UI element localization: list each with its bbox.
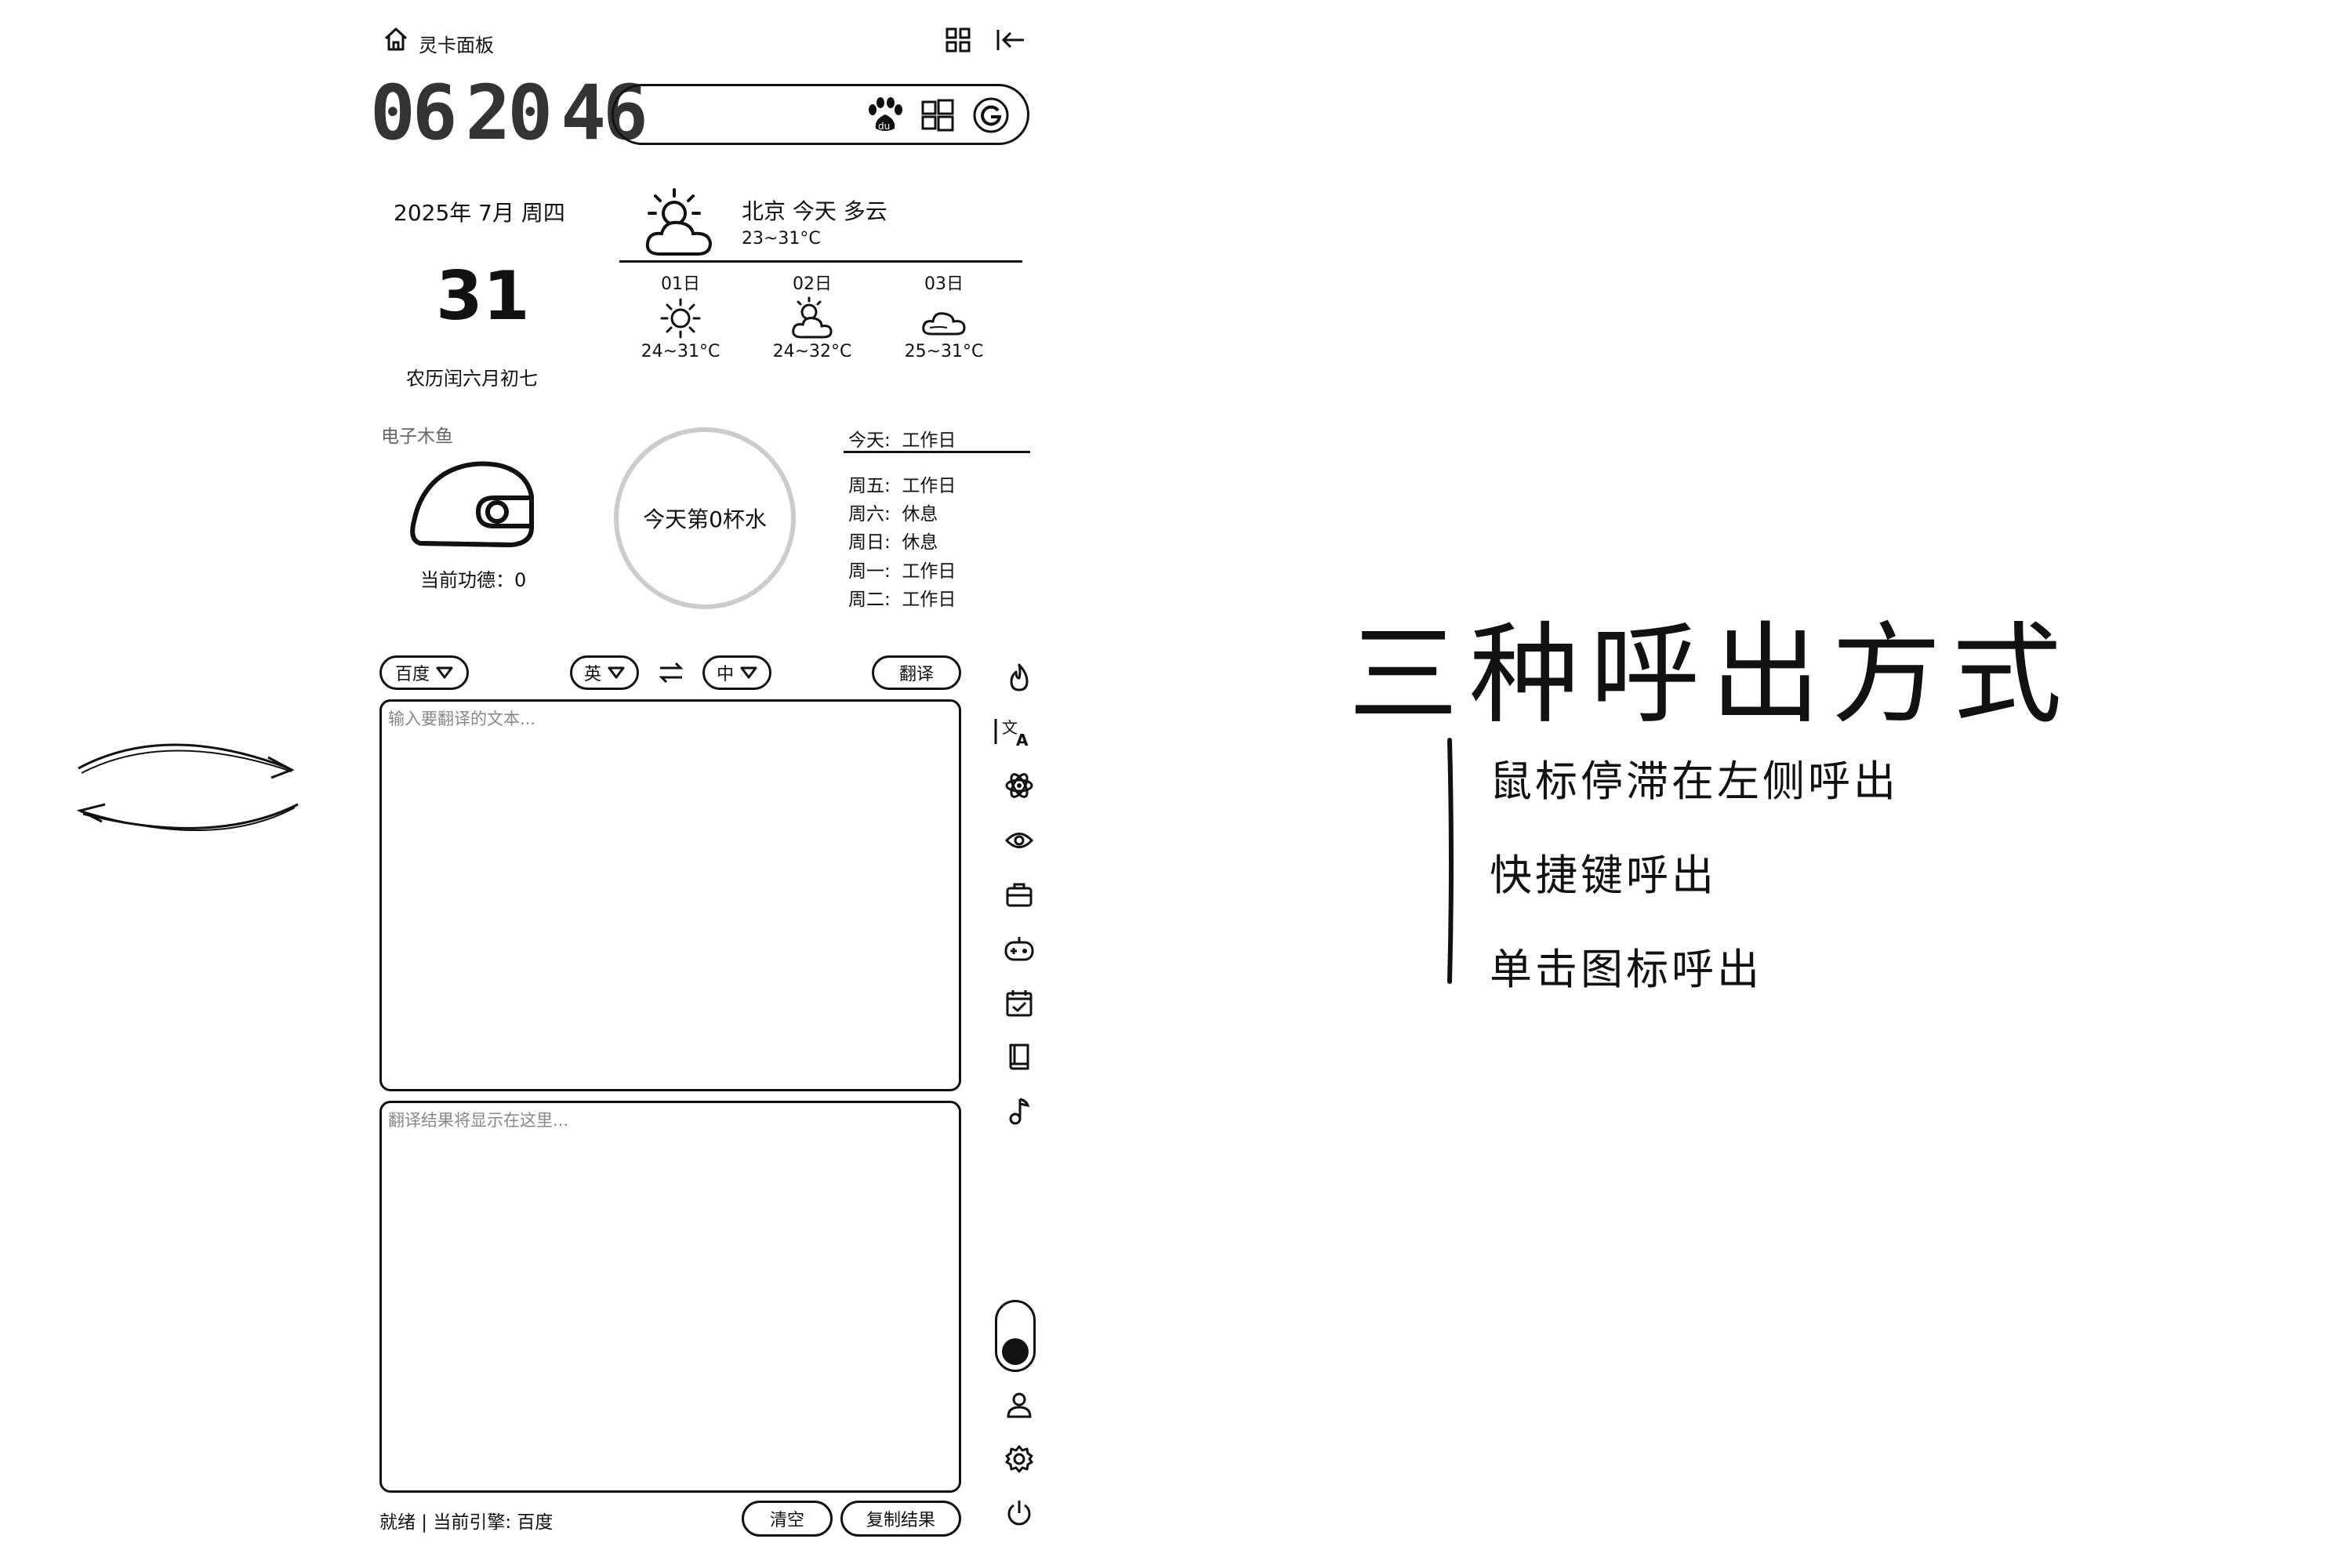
forecast-day: 03日 25~31°C bbox=[889, 270, 999, 361]
grid-icon[interactable] bbox=[945, 27, 971, 53]
calendar-check-icon[interactable] bbox=[1004, 987, 1035, 1018]
translate-output[interactable]: 翻译结果将显示在这里... bbox=[379, 1101, 961, 1493]
sunny-icon bbox=[626, 295, 735, 342]
chevron-down-icon bbox=[436, 666, 453, 679]
forecast-temp: 25~31°C bbox=[904, 342, 984, 361]
power-icon[interactable] bbox=[1004, 1497, 1035, 1529]
gamepad-icon[interactable] bbox=[1004, 933, 1035, 964]
toggle-knob bbox=[1002, 1338, 1029, 1365]
weather-temp-range: 23~31°C bbox=[742, 229, 821, 249]
collapse-left-icon[interactable] bbox=[996, 27, 1027, 53]
clock-hours: 06 bbox=[370, 69, 458, 157]
partly-cloudy-icon bbox=[757, 295, 867, 342]
clock-minutes: 20 bbox=[465, 69, 554, 157]
calendar-day: 31 bbox=[436, 257, 530, 336]
annotation-item: 单击图标呼出 bbox=[1490, 945, 1762, 994]
user-icon[interactable] bbox=[1004, 1389, 1035, 1421]
music-note-icon[interactable] bbox=[1004, 1095, 1035, 1127]
baidu-icon[interactable]: du bbox=[865, 96, 907, 135]
atom-icon[interactable] bbox=[1004, 770, 1035, 801]
workday-row: 周六: 休息 bbox=[848, 504, 938, 524]
calendar-lunar: 农历闰六月初七 bbox=[406, 368, 538, 390]
gear-icon[interactable] bbox=[1004, 1443, 1035, 1475]
chevron-down-icon bbox=[608, 666, 625, 679]
workday-row: 周二: 工作日 bbox=[848, 590, 956, 610]
workday-row: 周五: 工作日 bbox=[848, 476, 956, 496]
annotation-item: 快捷键呼出 bbox=[1490, 851, 1717, 900]
forecast-date: 02日 bbox=[793, 274, 832, 294]
flame-icon[interactable] bbox=[1004, 662, 1035, 693]
woodfish-label: 电子木鱼 bbox=[381, 426, 453, 447]
partly-cloudy-icon bbox=[641, 185, 720, 260]
digital-clock: 06 20 46 bbox=[370, 69, 648, 157]
calendar-header: 2025年 7月 周四 bbox=[394, 200, 565, 226]
windows-icon[interactable] bbox=[920, 97, 956, 133]
eye-icon[interactable] bbox=[1004, 825, 1035, 856]
forecast-date: 01日 bbox=[661, 274, 700, 294]
target-lang-select[interactable]: 中 bbox=[702, 655, 771, 690]
forecast-temp: 24~31°C bbox=[641, 342, 720, 361]
annotation-item: 鼠标停滞在左侧呼出 bbox=[1490, 757, 1899, 806]
source-lang-select[interactable]: 英 bbox=[570, 655, 639, 690]
forecast-date: 03日 bbox=[924, 274, 964, 294]
engine-select[interactable]: 百度 bbox=[379, 655, 469, 690]
search-input[interactable] bbox=[633, 97, 871, 133]
cloudy-icon bbox=[889, 295, 999, 342]
swap-languages-icon[interactable] bbox=[657, 659, 685, 687]
workday-divider bbox=[844, 451, 1030, 453]
search-bar[interactable]: du bbox=[612, 84, 1029, 145]
svg-text:文: 文 bbox=[1002, 718, 1018, 737]
weather-location: 北京 今天 多云 bbox=[742, 198, 887, 224]
output-placeholder: 翻译结果将显示在这里... bbox=[388, 1111, 569, 1130]
clear-button[interactable]: 清空 bbox=[742, 1501, 833, 1537]
workday-row: 周日: 休息 bbox=[848, 532, 938, 553]
translate-icon[interactable]: 文A bbox=[993, 716, 1035, 747]
annotation-bracket bbox=[1446, 737, 1457, 985]
status-text: 就绪 | 当前引擎: 百度 bbox=[379, 1512, 554, 1533]
forecast-day: 02日 24~32°C bbox=[757, 270, 867, 361]
panel-title: 灵卡面板 bbox=[419, 34, 494, 56]
merit-counter: 当前功德：0 bbox=[420, 569, 527, 591]
cycle-arrows-icon bbox=[72, 729, 307, 847]
book-icon[interactable] bbox=[1004, 1041, 1035, 1073]
toolbox-icon[interactable] bbox=[1004, 879, 1035, 910]
translate-button[interactable]: 翻译 bbox=[872, 655, 961, 690]
forecast-temp: 24~32°C bbox=[772, 342, 852, 361]
translate-input[interactable]: 输入要翻译的文本... bbox=[379, 699, 961, 1091]
google-icon[interactable] bbox=[971, 96, 1011, 135]
workday-row: 周一: 工作日 bbox=[848, 561, 956, 582]
workday-today: 今天: 工作日 bbox=[848, 430, 956, 451]
theme-toggle[interactable] bbox=[995, 1300, 1036, 1372]
weather-divider bbox=[619, 260, 1022, 263]
svg-text:du: du bbox=[878, 121, 890, 132]
forecast-day: 01日 24~31°C bbox=[626, 270, 735, 361]
annotation-headline: 三种呼出方式 bbox=[1348, 612, 2074, 739]
copy-result-button[interactable]: 复制结果 bbox=[840, 1501, 961, 1537]
home-icon[interactable] bbox=[383, 26, 409, 53]
input-placeholder: 输入要翻译的文本... bbox=[388, 710, 536, 728]
chevron-down-icon bbox=[740, 666, 757, 679]
woodfish-icon[interactable] bbox=[409, 459, 538, 553]
water-text: 今天第0杯水 bbox=[643, 506, 767, 532]
water-counter[interactable]: 今天第0杯水 bbox=[614, 427, 796, 609]
svg-text:A: A bbox=[1016, 731, 1029, 747]
